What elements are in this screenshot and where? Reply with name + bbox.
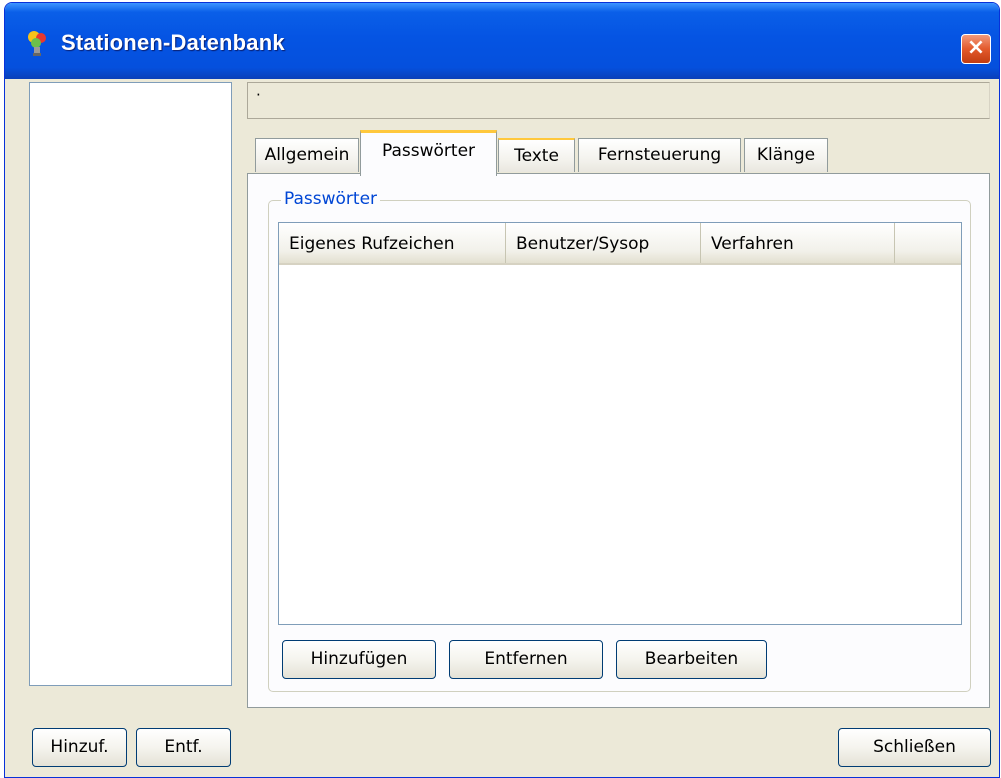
app-icon [28, 31, 46, 56]
add-password-button[interactable]: Hinzufügen [282, 640, 436, 679]
passwords-list[interactable]: Eigenes Rufzeichen Benutzer/Sysop Verfah… [278, 222, 962, 625]
title-bar[interactable]: Stationen-Datenbank × [5, 3, 999, 79]
groupbox-title: Passwörter [281, 189, 381, 209]
add-station-button[interactable]: Hinzuf. [32, 728, 127, 767]
station-info-bar: · [247, 82, 990, 119]
tab-panel-passwoerter: Passwörter Eigenes Rufzeichen Benutzer/S… [247, 173, 990, 708]
tab-fernsteuerung[interactable]: Fernsteuerung [578, 138, 741, 172]
tab-klaenge[interactable]: Klänge [744, 138, 828, 172]
tab-label: Fernsteuerung [597, 145, 722, 165]
tab-label: Passwörter [381, 141, 476, 161]
close-icon[interactable]: × [961, 34, 991, 64]
tab-label: Texte [514, 146, 559, 166]
remove-password-button[interactable]: Entfernen [449, 640, 603, 679]
tab-label: Klänge [756, 145, 816, 165]
tab-texte[interactable]: Texte [498, 138, 575, 172]
tab-label: Allgemein [264, 145, 350, 165]
remove-station-button[interactable]: Entf. [136, 728, 231, 767]
close-button[interactable]: Schließen [838, 728, 991, 767]
window-title: Stationen-Datenbank [61, 30, 285, 55]
column-header-benutzer[interactable]: Benutzer/Sysop [506, 223, 701, 263]
column-header-verfahren[interactable]: Verfahren [701, 223, 895, 263]
list-header: Eigenes Rufzeichen Benutzer/Sysop Verfah… [279, 223, 961, 265]
column-header-rufzeichen[interactable]: Eigenes Rufzeichen [279, 223, 506, 263]
tab-passwoerter[interactable]: Passwörter [360, 130, 497, 176]
edit-password-button[interactable]: Bearbeiten [616, 640, 767, 679]
station-list[interactable] [29, 82, 232, 686]
tab-allgemein[interactable]: Allgemein [255, 138, 359, 172]
